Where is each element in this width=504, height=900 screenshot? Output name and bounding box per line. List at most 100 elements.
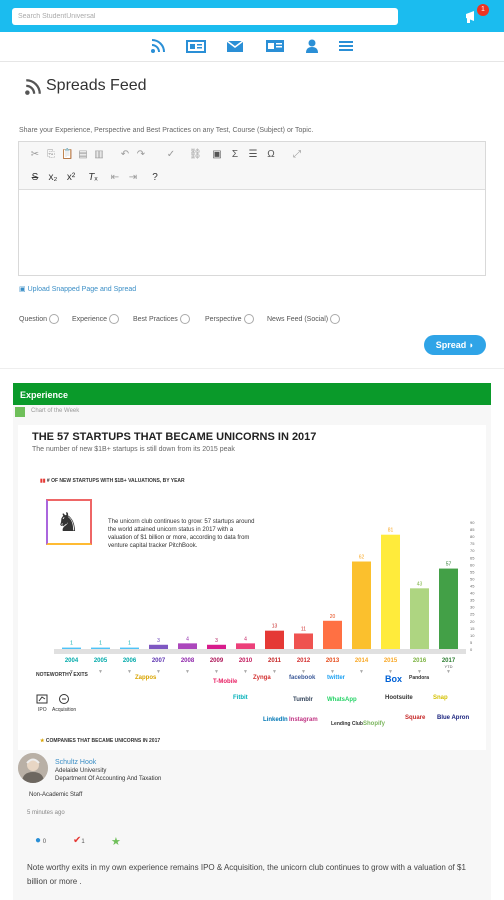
user-icon[interactable] — [305, 38, 325, 56]
upload-link[interactable]: ▣ Upload Snapped Page and Spread — [19, 285, 136, 293]
logo: facebook — [289, 675, 316, 681]
cut-icon[interactable]: ✂ — [29, 149, 41, 160]
infographic-image[interactable]: THE 57 STARTUPS THAT BECAME UNICORNS IN … — [18, 425, 486, 750]
table-icon[interactable]: ☰ — [247, 149, 259, 160]
like-button[interactable]: ✔1 — [73, 835, 85, 846]
paste-text-icon[interactable]: ▤ — [77, 149, 89, 160]
chart-x-tick: 2013 — [326, 658, 340, 664]
author-role: Non-Academic Staff — [29, 792, 83, 798]
chart-bar — [265, 630, 284, 649]
maximize-icon[interactable]: ⤢ — [291, 149, 303, 160]
spellcheck-icon[interactable]: ✓ — [165, 149, 177, 160]
radio-button[interactable] — [330, 314, 341, 324]
chart-bar — [381, 534, 400, 649]
notification-badge: 1 — [477, 4, 489, 16]
copy-icon[interactable]: ⎘ — [45, 149, 57, 160]
like-count: 1 — [81, 839, 85, 845]
notification-button[interactable]: 1 — [464, 4, 490, 26]
logo: Tumblr — [293, 697, 313, 703]
chart-y-tick: 35 — [470, 598, 475, 603]
chart-data-label: 11 — [301, 626, 306, 632]
id-card-icon[interactable] — [265, 38, 285, 56]
image-icon[interactable]: ▣ — [211, 149, 223, 160]
ipo-icon — [36, 694, 48, 704]
author-name[interactable]: Schultz Hook — [55, 759, 96, 766]
radio-button[interactable] — [109, 314, 120, 324]
chart-icon — [15, 407, 25, 417]
menu-icon[interactable] — [338, 38, 358, 56]
redo-icon[interactable]: ↷ — [135, 149, 147, 160]
category-news-feed[interactable]: News Feed (Social) — [267, 314, 341, 324]
logo: Blue Apron — [437, 715, 470, 721]
acquisition-label: Acquisition — [52, 707, 77, 713]
logo: Hootsuite — [385, 695, 413, 701]
editor-textarea[interactable] — [19, 191, 485, 275]
chart-x-tick: 2010 — [239, 658, 253, 664]
chart-y-tick: 80 — [470, 534, 475, 539]
remove-format-icon[interactable]: Tₓ — [87, 172, 99, 183]
chart-x-tick: 2016 — [413, 658, 427, 664]
category-best-practices[interactable]: Best Practices — [133, 314, 190, 324]
chart-data-label: 13 — [272, 624, 278, 630]
image-icon: ▣ — [19, 286, 28, 293]
category-question[interactable]: Question — [19, 314, 60, 324]
comment-button[interactable]: ● 0 — [35, 835, 46, 846]
chart-y-tick: 15 — [470, 626, 475, 631]
spread-button[interactable]: Spread ◗ — [424, 335, 486, 355]
page-title: Spreads Feed — [46, 77, 147, 94]
post-author: Schultz Hook Adelaide University Departm… — [15, 751, 489, 811]
logo: T-Mobile — [213, 679, 238, 685]
chart-y-tick: 60 — [470, 562, 475, 567]
indent-decrease-icon[interactable]: ⇤ — [109, 172, 121, 183]
category-experience[interactable]: Experience — [72, 314, 120, 324]
rss-icon[interactable] — [150, 38, 170, 56]
category-perspective[interactable]: Perspective — [205, 314, 254, 324]
rich-text-editor: ✂ ⎘ 📋 ▤ ▥ ↶ ↷ ✓ ⛓ ▣ Σ ☰ Ω ⤢ S x₂ x² Tₓ ⇤… — [18, 141, 486, 276]
sub-label-text: Chart of the Week — [31, 408, 80, 414]
news-icon[interactable] — [186, 38, 206, 56]
favorite-button[interactable]: ★ — [111, 835, 121, 848]
company-logos: Zappos T-Mobile Zynga facebook twitter B… — [135, 669, 478, 764]
paste-word-icon[interactable]: ▥ — [93, 149, 105, 160]
special-char-icon[interactable]: Ω — [265, 149, 277, 160]
search-input[interactable] — [12, 8, 398, 25]
logo: Fitbit — [233, 695, 248, 701]
chart-data-label: 1 — [128, 641, 131, 647]
paste-icon[interactable]: 📋 — [61, 149, 73, 160]
logo: LinkedIn — [263, 717, 288, 723]
chart-x-tick: 2005 — [94, 658, 108, 664]
chart-x-tick: 2006 — [123, 658, 137, 664]
chart-data-label: 81 — [388, 528, 394, 534]
strikethrough-icon[interactable]: S — [29, 172, 41, 183]
undo-icon[interactable]: ↶ — [119, 149, 131, 160]
subscript-icon[interactable]: x₂ — [47, 172, 59, 183]
radio-button[interactable] — [49, 314, 60, 324]
link-icon[interactable]: ⛓ — [189, 149, 202, 160]
logo: WhatsApp — [327, 697, 357, 703]
indent-increase-icon[interactable]: ⇥ — [127, 172, 139, 183]
superscript-icon[interactable]: x² — [65, 172, 77, 183]
chart-arrow-icon: ▼ — [127, 669, 132, 675]
formula-icon[interactable]: Σ — [229, 149, 241, 160]
feed-prompt: Share your Experience, Perspective and B… — [19, 127, 314, 134]
chart-data-label: 3 — [215, 638, 218, 644]
radio-button[interactable] — [243, 314, 254, 324]
chart-y-tick: 40 — [470, 591, 475, 596]
chart-data-label: 1 — [99, 641, 102, 647]
divider — [0, 368, 504, 369]
chart-bar — [410, 588, 429, 649]
chart-arrow-icon: ▼ — [156, 669, 161, 675]
top-bar: 1 — [0, 0, 504, 32]
chart-data-label: 1 — [70, 641, 73, 647]
help-icon[interactable]: ? — [149, 172, 161, 183]
rss-icon: ◗ — [468, 340, 475, 350]
chart-y-tick: 10 — [470, 633, 475, 638]
radio-button[interactable] — [179, 314, 190, 324]
mail-icon[interactable] — [226, 38, 246, 56]
logo: Pandora — [409, 675, 430, 681]
logo: Box — [385, 674, 403, 684]
comment-icon: ● — [35, 835, 42, 846]
chart-bar — [149, 644, 168, 649]
avatar[interactable] — [18, 753, 48, 783]
chart-data-label: 62 — [359, 555, 365, 561]
